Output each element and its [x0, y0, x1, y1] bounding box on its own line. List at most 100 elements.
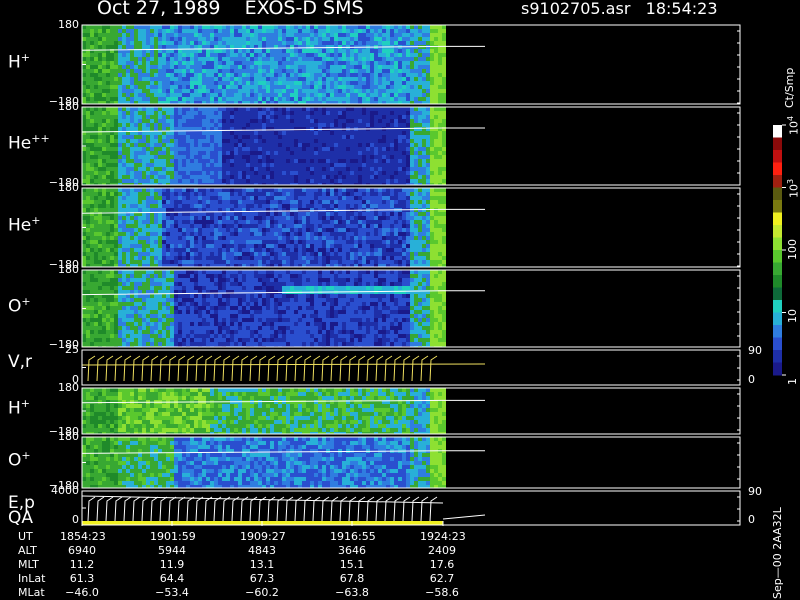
heatmap-cell [378, 41, 382, 45]
heatmap-cell [238, 131, 242, 135]
heatmap-cell [230, 220, 234, 224]
heatmap-cell [82, 127, 86, 131]
heatmap-cell [266, 159, 270, 163]
heatmap-cell [362, 163, 366, 167]
heatmap-cell [426, 85, 430, 89]
heatmap-cell [178, 167, 182, 171]
heatmap-cell [122, 175, 126, 179]
heatmap-cell [302, 77, 306, 81]
heatmap-cell [182, 143, 186, 147]
heatmap-cell [214, 85, 218, 89]
heatmap-cell [234, 220, 238, 224]
heatmap-cell [106, 208, 110, 212]
heatmap-cell [234, 240, 238, 244]
heatmap-cell [210, 204, 214, 208]
heatmap-cell [146, 155, 150, 159]
heatmap-cell [98, 155, 102, 159]
heatmap-cell [250, 33, 254, 37]
heatmap-cell [438, 73, 442, 77]
heatmap-cell [130, 179, 134, 183]
heatmap-cell [310, 196, 314, 200]
heatmap-cell [346, 33, 350, 37]
heatmap-cell [274, 111, 278, 115]
heatmap-cell [386, 93, 390, 97]
heatmap-cell [298, 151, 302, 155]
heatmap-cell [138, 115, 142, 119]
heatmap-cell [298, 188, 302, 192]
heatmap-cell [250, 232, 254, 236]
heatmap-cell [234, 69, 238, 73]
heatmap-cell [330, 204, 334, 208]
heatmap-cell [418, 167, 422, 171]
heatmap-cell [90, 208, 94, 212]
heatmap-cell [250, 53, 254, 57]
heatmap-cell [302, 81, 306, 85]
heatmap-cell [230, 224, 234, 228]
heatmap-cell [334, 260, 338, 264]
heatmap-cell [262, 212, 266, 216]
heatmap-cell [334, 81, 338, 85]
heatmap-cell [142, 196, 146, 200]
heatmap-cell [266, 224, 270, 228]
heatmap-cell [438, 147, 442, 151]
heatmap-cell [270, 53, 274, 57]
heatmap-cell [274, 216, 278, 220]
heatmap-cell [118, 41, 122, 45]
heatmap-cell [362, 41, 366, 45]
heatmap-cell [234, 107, 238, 111]
heatmap-cell [166, 163, 170, 167]
heatmap-cell [394, 93, 398, 97]
heatmap-cell [406, 97, 410, 101]
heatmap-cell [114, 29, 118, 33]
heatmap-cell [102, 147, 106, 151]
heatmap-cell [254, 155, 258, 159]
heatmap-cell [398, 111, 402, 115]
heatmap-cell [218, 240, 222, 244]
heatmap-cell [150, 260, 154, 264]
heatmap-cell [410, 147, 414, 151]
heatmap-cell [334, 240, 338, 244]
heatmap-cell [122, 77, 126, 81]
heatmap-cell [294, 139, 298, 143]
heatmap-cell [142, 236, 146, 240]
heatmap-cell [398, 147, 402, 151]
heatmap-cell [314, 89, 318, 93]
heatmap-cell [326, 69, 330, 73]
heatmap-cell [250, 216, 254, 220]
heatmap-cell [298, 77, 302, 81]
heatmap-cell [346, 49, 350, 53]
heatmap-cell [426, 89, 430, 93]
heatmap-cell [106, 85, 110, 89]
heatmap-cell [410, 85, 414, 89]
heatmap-cell [414, 49, 418, 53]
heatmap-cell [418, 119, 422, 123]
heatmap-cell [210, 240, 214, 244]
heatmap-cell [142, 57, 146, 61]
heatmap-cell [434, 111, 438, 115]
heatmap-cell [382, 53, 386, 57]
heatmap-cell [442, 163, 446, 167]
heatmap-cell [330, 256, 334, 260]
heatmap-cell [118, 167, 122, 171]
heatmap-cell [222, 49, 226, 53]
heatmap-cell [266, 107, 270, 111]
heatmap-cell [258, 53, 262, 57]
heatmap-cell [390, 73, 394, 77]
heatmap-cell [254, 139, 258, 143]
heatmap-cell [362, 179, 366, 183]
heatmap-cell [198, 73, 202, 77]
heatmap-cell [134, 57, 138, 61]
heatmap-cell [206, 200, 210, 204]
heatmap-cell [258, 119, 262, 123]
heatmap-cell [290, 244, 294, 248]
heatmap-cell [326, 252, 330, 256]
heatmap-cell [242, 53, 246, 57]
heatmap-cell [94, 111, 98, 115]
heatmap-cell [298, 171, 302, 175]
heatmap-cell [262, 232, 266, 236]
heatmap-cell [322, 204, 326, 208]
heatmap-cell [338, 93, 342, 97]
heatmap-cell [306, 61, 310, 65]
heatmap-cell [162, 123, 166, 127]
heatmap-cell [170, 224, 174, 228]
